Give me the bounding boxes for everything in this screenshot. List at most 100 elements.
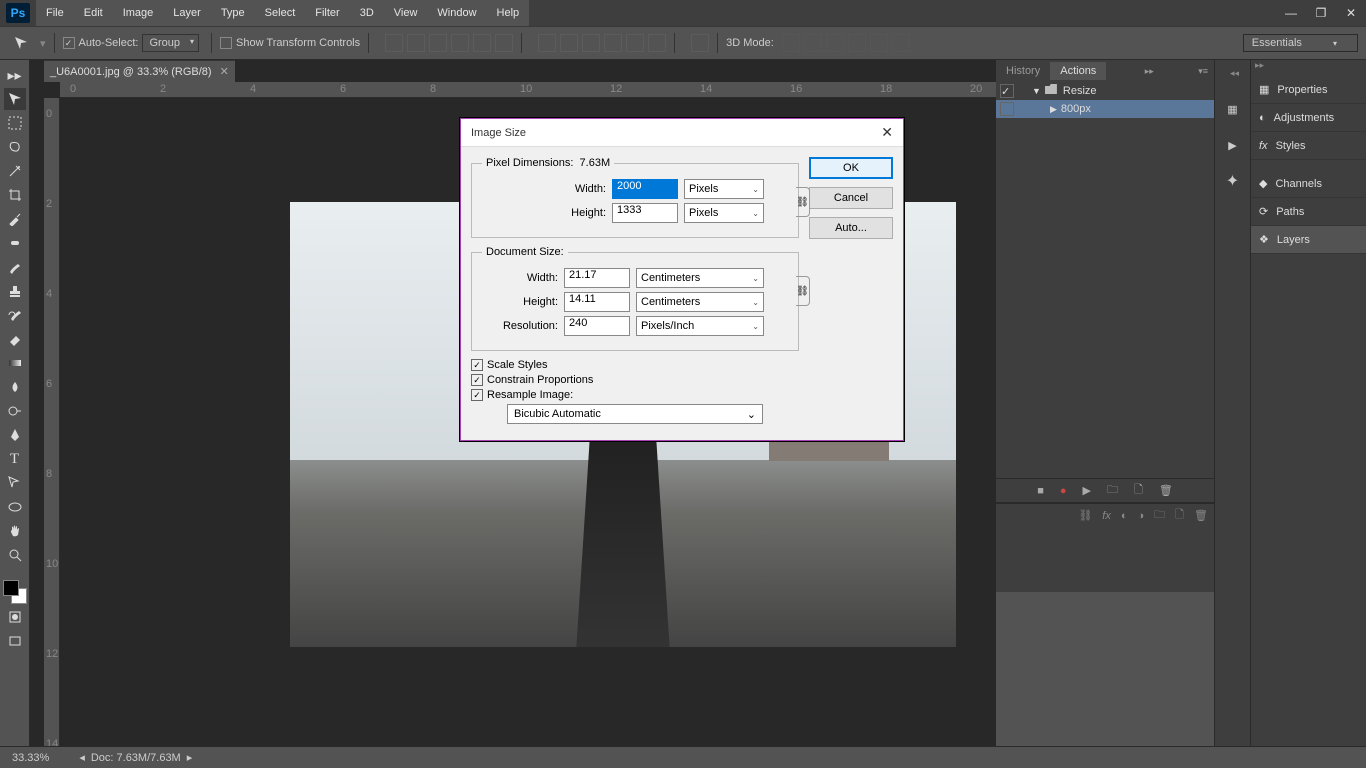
menu-window[interactable]: Window [427, 3, 486, 23]
sidebar-item-layers[interactable]: ❖Layers [1251, 226, 1366, 254]
align-icon[interactable] [451, 34, 469, 52]
zoom-tool[interactable] [4, 544, 26, 566]
blur-tool[interactable] [4, 376, 26, 398]
menu-select[interactable]: Select [255, 3, 306, 23]
play-icon[interactable]: ▶ [1083, 484, 1091, 497]
menu-edit[interactable]: Edit [74, 3, 113, 23]
panel-collapse-icon[interactable]: ▸▸ [1139, 66, 1160, 77]
doc-width-input[interactable]: 21.17 [564, 268, 630, 288]
distribute-icon[interactable] [582, 34, 600, 52]
link-icon[interactable]: ⛓ [796, 187, 810, 217]
dialog-titlebar[interactable]: Image Size ✕ [461, 119, 903, 147]
3d-icon[interactable] [782, 34, 800, 52]
group-icon[interactable]: 🗀 [1154, 506, 1165, 525]
disclosure-icon[interactable]: ▶ [1050, 104, 1057, 115]
brush-tool[interactable] [4, 256, 26, 278]
heal-tool[interactable] [4, 232, 26, 254]
move-tool[interactable] [4, 88, 26, 110]
tab-history[interactable]: History [996, 62, 1050, 80]
expand-icon[interactable]: ▸▸ [1251, 60, 1366, 76]
wand-tool[interactable] [4, 160, 26, 182]
pixel-width-unit[interactable]: Pixels⌄ [684, 179, 764, 199]
sidebar-item-channels[interactable]: ◆Channels [1251, 170, 1366, 198]
transform-checkbox[interactable] [220, 37, 232, 49]
resample-method-dropdown[interactable]: Bicubic Automatic⌄ [507, 404, 763, 424]
trash-icon[interactable]: 🗑 [1194, 509, 1208, 522]
menu-file[interactable]: File [36, 3, 74, 23]
new-layer-icon[interactable]: 🗋 [1175, 506, 1184, 525]
maximize-button[interactable]: ❐ [1306, 3, 1336, 23]
3d-icon[interactable] [826, 34, 844, 52]
distribute-icon[interactable] [648, 34, 666, 52]
record-icon[interactable]: ● [1060, 485, 1067, 497]
menu-type[interactable]: Type [211, 3, 255, 23]
pen-tool[interactable] [4, 424, 26, 446]
foreground-color[interactable] [3, 580, 19, 596]
stop-icon[interactable]: ■ [1037, 485, 1044, 497]
dialog-close-icon[interactable]: ✕ [881, 124, 893, 141]
path-tool[interactable] [4, 472, 26, 494]
minimize-button[interactable]: — [1276, 3, 1306, 23]
close-button[interactable]: ✕ [1336, 3, 1366, 23]
auto-select-dropdown[interactable]: Group ▾ [142, 34, 199, 52]
auto-button[interactable]: Auto... [809, 217, 893, 239]
align-icon[interactable] [473, 34, 491, 52]
sidebar-item-adjustments[interactable]: ◐Adjustments [1251, 104, 1366, 132]
align-icon[interactable] [407, 34, 425, 52]
3d-icon[interactable] [870, 34, 888, 52]
scale-styles-checkbox[interactable]: ✓ [471, 359, 483, 371]
brush-icon[interactable]: ✦ [1222, 170, 1244, 192]
align-icon[interactable] [385, 34, 403, 52]
trash-icon[interactable]: 🗑 [1159, 484, 1173, 497]
quickmask-tool[interactable] [4, 606, 26, 628]
workspace-selector[interactable]: Essentials ▾ [1243, 34, 1358, 52]
adjustment-icon[interactable]: ◑ [1138, 510, 1145, 522]
resolution-unit[interactable]: Pixels/Inch⌄ [636, 316, 764, 336]
distribute-icon[interactable] [560, 34, 578, 52]
lasso-tool[interactable] [4, 136, 26, 158]
doc-size-status[interactable]: ◂Doc: 7.63M/7.63M▸ [79, 751, 192, 764]
pixel-width-input[interactable]: 2000 [612, 179, 678, 199]
properties-icon[interactable]: ▦ [1222, 98, 1244, 120]
shape-tool[interactable] [4, 496, 26, 518]
resample-checkbox[interactable]: ✓ [471, 389, 483, 401]
expand-tool-icon[interactable]: ▸▸ [4, 64, 26, 86]
eraser-tool[interactable] [4, 328, 26, 350]
gradient-tool[interactable] [4, 352, 26, 374]
doc-height-input[interactable]: 14.11 [564, 292, 630, 312]
document-tab[interactable]: _U6A0001.jpg @ 33.3% (RGB/8) ✕ [44, 60, 235, 82]
menu-filter[interactable]: Filter [305, 3, 349, 23]
disclosure-icon[interactable]: ▼ [1032, 86, 1041, 96]
sidebar-item-styles[interactable]: fxStyles [1251, 132, 1366, 160]
action-toggle-checkbox[interactable]: ✓ [1000, 84, 1014, 98]
action-set-row[interactable]: ✓ ▼ Resize [996, 82, 1214, 100]
arrange-icon[interactable] [691, 34, 709, 52]
tab-close-icon[interactable]: ✕ [220, 65, 229, 78]
color-swatches[interactable] [3, 580, 27, 604]
3d-icon[interactable] [804, 34, 822, 52]
sidebar-item-properties[interactable]: ▦Properties [1251, 76, 1366, 104]
type-tool[interactable]: T [4, 448, 26, 470]
auto-select-checkbox[interactable]: ✓ [63, 37, 75, 49]
doc-height-unit[interactable]: Centimeters⌄ [636, 292, 764, 312]
action-item-row[interactable]: ▶ 800px [996, 100, 1214, 118]
dodge-tool[interactable] [4, 400, 26, 422]
mask-icon[interactable]: ◐ [1121, 510, 1128, 522]
link-icon[interactable]: ⛓ [796, 276, 810, 306]
constrain-checkbox[interactable]: ✓ [471, 374, 483, 386]
new-set-icon[interactable]: 🗀 [1107, 481, 1118, 500]
3d-icon[interactable] [892, 34, 910, 52]
doc-width-unit[interactable]: Centimeters⌄ [636, 268, 764, 288]
fx-icon[interactable]: fx [1102, 510, 1111, 522]
distribute-icon[interactable] [626, 34, 644, 52]
new-action-icon[interactable]: 🗋 [1134, 481, 1143, 500]
menu-image[interactable]: Image [113, 3, 164, 23]
distribute-icon[interactable] [604, 34, 622, 52]
menu-layer[interactable]: Layer [163, 3, 211, 23]
history-brush-tool[interactable] [4, 304, 26, 326]
align-icon[interactable] [495, 34, 513, 52]
distribute-icon[interactable] [538, 34, 556, 52]
menu-help[interactable]: Help [487, 3, 530, 23]
play-icon[interactable]: ▶ [1222, 134, 1244, 156]
ok-button[interactable]: OK [809, 157, 893, 179]
